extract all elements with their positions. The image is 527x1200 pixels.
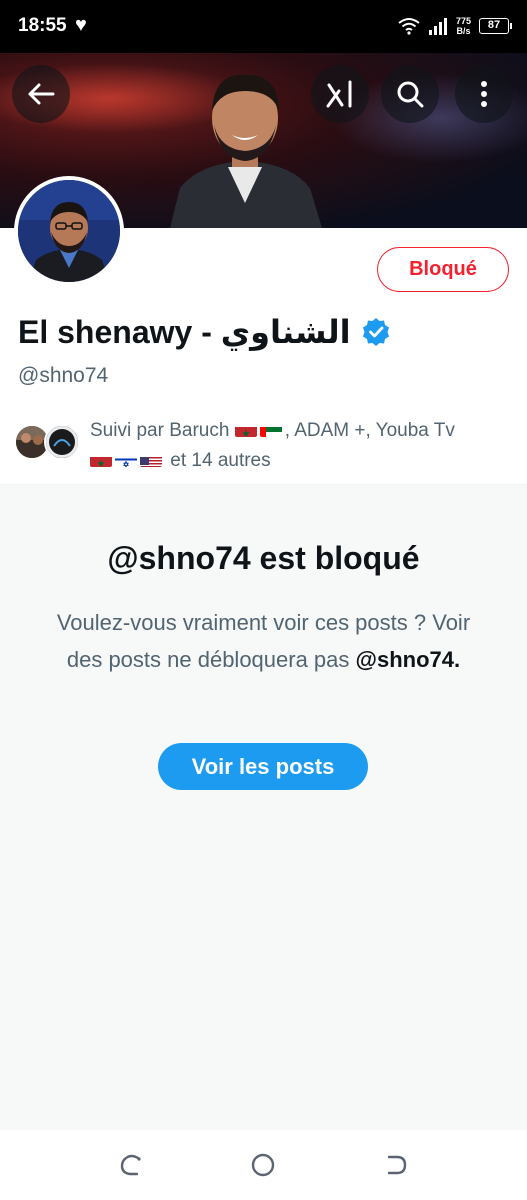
followed-by-suffix: et 14 autres <box>170 450 271 471</box>
blocked-button[interactable]: Bloqué <box>377 247 509 292</box>
status-icons: 775 B/s 87 <box>398 12 512 40</box>
blocked-description-handle: @shno74. <box>355 647 461 672</box>
status-bar: 18:55 ♥ 775 B/s 87 <box>0 0 527 53</box>
blocked-description: Voulez-vous vraiment voir ces posts ? Vo… <box>40 604 487 678</box>
recent-apps-icon[interactable] <box>118 1152 144 1178</box>
heart-icon: ♥ <box>75 14 87 36</box>
follower-avatar <box>44 424 80 460</box>
back-arrow-icon <box>28 83 55 105</box>
followers-avatars <box>14 424 86 460</box>
status-time: 18:55 <box>18 15 67 36</box>
home-icon[interactable] <box>250 1152 276 1178</box>
blocked-title: @shno74 est bloqué <box>107 540 420 576</box>
display-name: El shenawy - الشناوي <box>18 314 351 350</box>
grok-icon <box>326 80 352 108</box>
view-posts-button[interactable]: Voir les posts <box>158 743 368 790</box>
verified-badge-icon <box>362 318 389 346</box>
search-button[interactable] <box>381 65 439 123</box>
net-speed-unit: B/s <box>456 26 471 36</box>
followed-by-middle: , ADAM +, Youba Tv <box>284 420 455 441</box>
followed-by-row[interactable]: Suivi par Baruch , ADAM +, Youba Tv et 1… <box>14 414 514 474</box>
handle: @shno74 <box>18 364 109 387</box>
followed-by-prefix: Suivi par Baruch <box>90 420 230 441</box>
morocco-flag-icon <box>90 452 112 467</box>
blocked-panel <box>0 485 527 1130</box>
uae-flag-icon <box>259 422 282 437</box>
battery-icon: 87 <box>479 18 512 34</box>
search-icon <box>397 81 424 108</box>
followed-by-text: Suivi par Baruch , ADAM +, Youba Tv et 1… <box>90 416 514 476</box>
avatar[interactable] <box>14 176 124 286</box>
back-icon[interactable] <box>383 1152 409 1178</box>
more-vertical-icon <box>481 81 487 107</box>
net-speed-value: 775 <box>455 16 471 26</box>
avatar-photo <box>18 180 120 282</box>
more-button[interactable] <box>455 65 513 123</box>
us-flag-icon <box>140 452 162 467</box>
net-speed: 775 B/s <box>456 16 471 36</box>
display-name-row: El shenawy - الشناوي <box>18 312 391 352</box>
morocco-flag-icon <box>234 422 257 437</box>
wifi-icon <box>398 18 420 35</box>
back-button[interactable] <box>12 65 70 123</box>
signal-icon <box>428 18 447 35</box>
battery-level: 87 <box>487 19 501 31</box>
israel-flag-icon <box>115 452 137 467</box>
system-nav-bar <box>0 1130 527 1200</box>
follower-photo <box>46 426 78 458</box>
grok-button[interactable] <box>311 65 369 123</box>
